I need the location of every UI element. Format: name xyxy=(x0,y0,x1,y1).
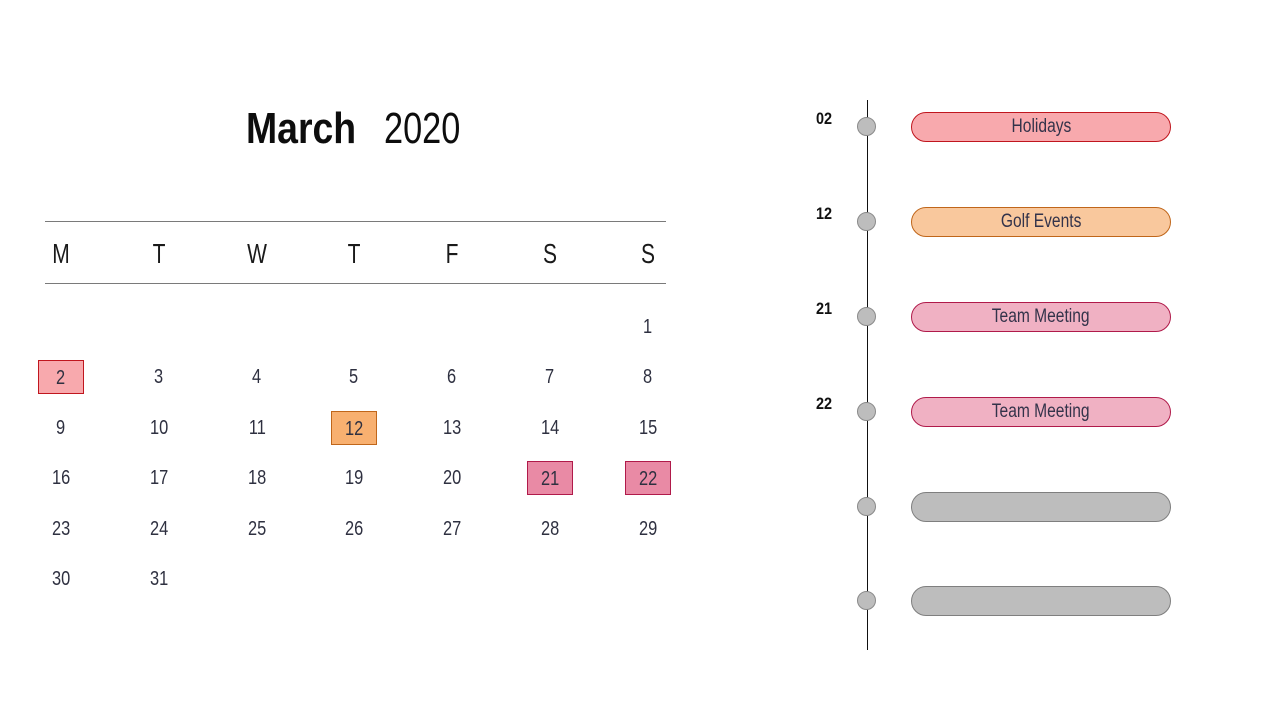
calendar-day-6[interactable]: 6 xyxy=(429,360,475,394)
event-label: Golf Events xyxy=(1000,211,1082,232)
calendar-day-17[interactable]: 17 xyxy=(136,461,182,495)
event-label: Team Meeting xyxy=(992,401,1090,422)
calendar-day-8[interactable]: 8 xyxy=(625,360,671,394)
calendar-day-14[interactable]: 14 xyxy=(527,411,573,445)
calendar-day-3[interactable]: 3 xyxy=(136,360,182,394)
event-label: Team Meeting xyxy=(992,306,1090,327)
event-date: 02 xyxy=(815,109,833,128)
day-number: 28 xyxy=(540,518,560,540)
calendar-day-24[interactable]: 24 xyxy=(136,512,182,546)
calendar-day-18[interactable]: 18 xyxy=(234,461,280,495)
calendar-day-5[interactable]: 5 xyxy=(331,360,377,394)
event-pill[interactable]: Holidays xyxy=(911,112,1171,142)
weekday-label: F xyxy=(445,238,459,269)
event-date: 12 xyxy=(815,204,833,223)
day-number: 2 xyxy=(56,367,66,389)
calendar-day-1[interactable]: 1 xyxy=(625,310,671,344)
timeline-dot-icon xyxy=(857,212,876,231)
timeline-axis xyxy=(867,100,868,650)
day-number: 14 xyxy=(540,417,560,439)
calendar-day-2[interactable]: 2 xyxy=(38,360,84,394)
calendar-day-15[interactable]: 15 xyxy=(625,411,671,445)
day-number: 15 xyxy=(638,417,658,439)
timeline-dot-icon xyxy=(857,402,876,421)
calendar-day-21[interactable]: 21 xyxy=(527,461,573,495)
weekday-label: S xyxy=(542,238,558,269)
weekday-label: W xyxy=(247,238,267,269)
day-number: 11 xyxy=(248,417,266,439)
day-number: 29 xyxy=(638,518,658,540)
event-pill[interactable]: Team Meeting xyxy=(911,302,1171,332)
timeline-dot-icon xyxy=(857,307,876,326)
day-number: 9 xyxy=(56,417,66,439)
calendar-day-30[interactable]: 30 xyxy=(38,562,84,596)
empty-event-pill[interactable] xyxy=(911,586,1171,616)
calendar-day-10[interactable]: 10 xyxy=(136,411,182,445)
header-top-divider xyxy=(45,221,666,222)
calendar-day-25[interactable]: 25 xyxy=(234,512,280,546)
event-pill[interactable]: Team Meeting xyxy=(911,397,1171,427)
day-number: 20 xyxy=(442,467,462,489)
day-number: 22 xyxy=(638,468,658,490)
day-number: 12 xyxy=(344,418,364,440)
calendar-title: March 2020 xyxy=(0,100,710,160)
event-date: 22 xyxy=(815,394,833,413)
header-bottom-divider xyxy=(45,283,666,284)
timeline-dot-icon xyxy=(857,117,876,136)
day-number: 26 xyxy=(344,518,364,540)
weekday-label: T xyxy=(152,238,166,269)
timeline-dot-icon xyxy=(857,497,876,516)
calendar-day-28[interactable]: 28 xyxy=(527,512,573,546)
calendar-day-29[interactable]: 29 xyxy=(625,512,671,546)
day-number: 23 xyxy=(51,518,71,540)
calendar-day-11[interactable]: 11 xyxy=(234,411,280,445)
day-number: 19 xyxy=(344,467,364,489)
day-number: 13 xyxy=(442,417,462,439)
weekday-label: M xyxy=(52,238,70,269)
calendar-day-7[interactable]: 7 xyxy=(527,360,573,394)
day-number: 25 xyxy=(247,518,267,540)
event-date: 21 xyxy=(815,299,833,318)
calendar-day-16[interactable]: 16 xyxy=(38,461,84,495)
empty-event-pill[interactable] xyxy=(911,492,1171,522)
day-number: 18 xyxy=(247,467,267,489)
day-number: 16 xyxy=(51,467,71,489)
calendar-day-26[interactable]: 26 xyxy=(331,512,377,546)
day-number: 8 xyxy=(643,366,653,388)
event-pill[interactable]: Golf Events xyxy=(911,207,1171,237)
day-number: 31 xyxy=(149,568,169,590)
year-label: 2020 xyxy=(384,104,461,153)
day-number: 5 xyxy=(349,366,359,388)
day-number: 10 xyxy=(149,417,169,439)
day-number: 3 xyxy=(154,366,164,388)
calendar-day-19[interactable]: 19 xyxy=(331,461,377,495)
day-number: 30 xyxy=(51,568,71,590)
calendar-day-31[interactable]: 31 xyxy=(136,562,182,596)
day-number: 1 xyxy=(643,316,653,338)
event-label: Holidays xyxy=(1011,116,1071,137)
calendar-day-9[interactable]: 9 xyxy=(38,411,84,445)
weekday-label: S xyxy=(640,238,656,269)
month-label: March xyxy=(246,104,357,153)
calendar-day-12[interactable]: 12 xyxy=(331,411,377,445)
calendar-day-22[interactable]: 22 xyxy=(625,461,671,495)
calendar-day-23[interactable]: 23 xyxy=(38,512,84,546)
day-number: 21 xyxy=(540,468,560,490)
day-number: 24 xyxy=(149,518,169,540)
day-number: 27 xyxy=(442,518,462,540)
calendar-day-13[interactable]: 13 xyxy=(429,411,475,445)
day-number: 4 xyxy=(252,366,262,388)
timeline-dot-icon xyxy=(857,591,876,610)
day-number: 17 xyxy=(149,467,169,489)
calendar-day-4[interactable]: 4 xyxy=(234,360,280,394)
calendar-day-27[interactable]: 27 xyxy=(429,512,475,546)
day-number: 6 xyxy=(447,366,457,388)
weekday-label: T xyxy=(347,238,361,269)
calendar-day-20[interactable]: 20 xyxy=(429,461,475,495)
day-number: 7 xyxy=(545,366,555,388)
